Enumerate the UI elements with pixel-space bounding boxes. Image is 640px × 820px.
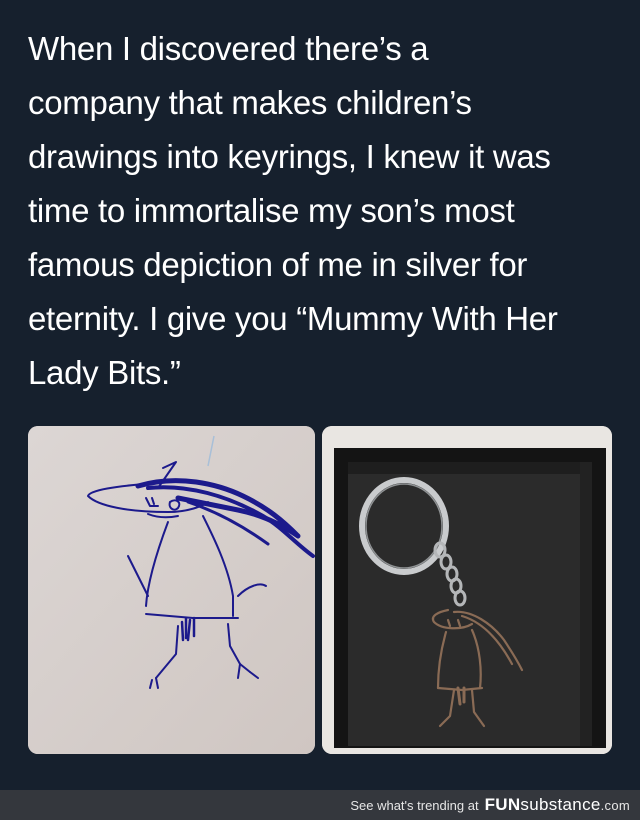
funsubstance-link[interactable]: FUNsubstance.com — [485, 795, 630, 815]
brand-rest: substance — [520, 795, 601, 814]
child-drawing-photo[interactable] — [28, 426, 315, 754]
child-drawing-illustration — [28, 426, 315, 754]
brand-bold: FUN — [484, 795, 521, 814]
post-text-line: time to immortalise my son’s most — [28, 192, 515, 229]
post-text-line: drawings into keyrings, I knew it was — [28, 138, 551, 175]
footer-text: See what's trending at — [350, 797, 479, 813]
post-text-line: famous depiction of me in silver for — [28, 246, 528, 283]
post-text-line: eternity. I give you “Mummy With Her — [28, 300, 558, 337]
post-text-line: When I discovered there’s a — [28, 30, 429, 67]
keyring-illustration — [322, 426, 612, 754]
brand-suffix: .com — [600, 798, 630, 813]
keyring-photo[interactable] — [322, 426, 612, 754]
post-text-line: company that makes children’s — [28, 84, 472, 121]
footer-bar: See what's trending at FUNsubstance.com — [0, 790, 640, 820]
post-text: When I discovered there’s a company that… — [28, 22, 628, 400]
post-text-line: Lady Bits.” — [28, 354, 181, 391]
